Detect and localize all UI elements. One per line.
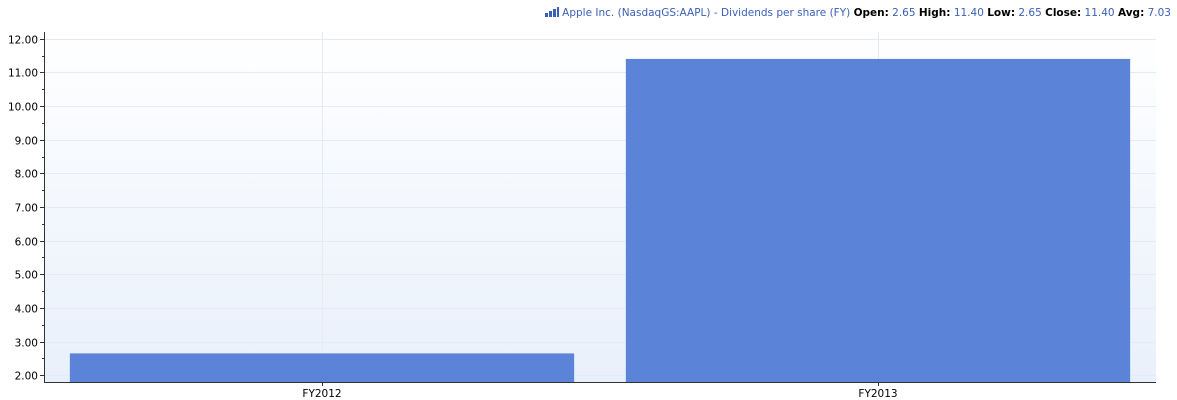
y-tick-label: 11.00 — [8, 68, 38, 80]
y-tick-label: 12.00 — [8, 35, 38, 47]
y-tick-label: 7.00 — [15, 203, 38, 215]
y-tick-label: 4.00 — [15, 304, 38, 316]
y-axis-ticks: 2.00 3.00 4.00 5.00 6.00 7.00 8.00 9.00 10.00 11.… — [8, 35, 44, 383]
x-tick-label: FY2012 — [302, 388, 341, 400]
x-axis-ticks: FY2012 FY2013 — [302, 382, 898, 400]
y-tick-label: 8.00 — [15, 169, 38, 181]
y-tick-label: 6.00 — [15, 237, 38, 249]
y-tick-label: 3.00 — [15, 338, 38, 350]
bar-fy2012[interactable] — [69, 353, 575, 382]
y-tick-label: 9.00 — [15, 136, 38, 148]
bar-fy2013[interactable] — [625, 58, 1131, 383]
y-tick-label: 5.00 — [15, 270, 38, 282]
y-tick-label: 2.00 — [15, 371, 38, 383]
y-tick-label: 10.00 — [8, 102, 38, 114]
x-tick-label: FY2013 — [858, 388, 897, 400]
bar-chart: 2.00 3.00 4.00 5.00 6.00 7.00 8.00 9.00 10.00 11.… — [8, 32, 1156, 400]
